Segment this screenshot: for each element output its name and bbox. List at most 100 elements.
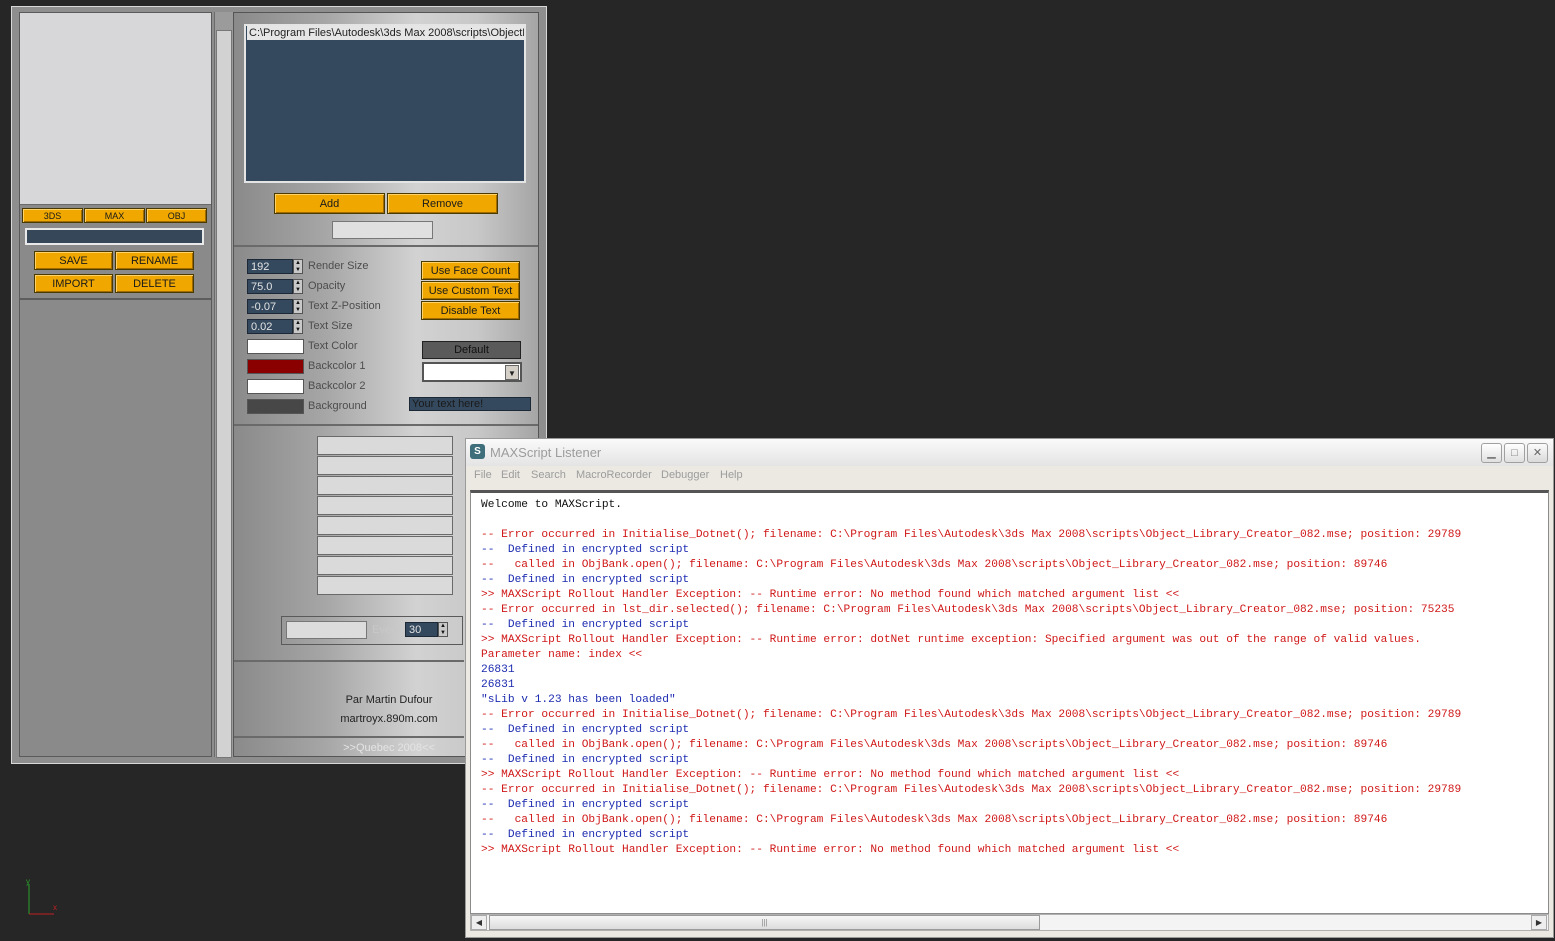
- backcolor-1-swatch[interactable]: [247, 359, 304, 374]
- background-label: Background: [308, 400, 367, 412]
- left-divider: [20, 298, 211, 300]
- opacity-spinner[interactable]: 75.0: [247, 279, 293, 294]
- render-size-label: Render Size: [308, 260, 369, 272]
- log-line: -- Defined in encrypted script: [481, 799, 690, 811]
- list-item[interactable]: [317, 436, 453, 455]
- chevron-down-icon[interactable]: ▼: [505, 365, 519, 380]
- credit-site: martroyx.890m.com: [340, 713, 438, 725]
- format-3ds-button[interactable]: 3DS: [22, 208, 83, 223]
- log-line: >> MAXScript Rollout Handler Exception: …: [481, 589, 1180, 601]
- every-spinner[interactable]: 30: [405, 622, 438, 637]
- close-icon[interactable]: ✕: [1527, 443, 1548, 463]
- spinner-arrows-icon[interactable]: ▲ ▼: [293, 299, 303, 314]
- menu-edit[interactable]: Edit: [501, 469, 520, 481]
- menu-macrorecorder[interactable]: MacroRecorder: [576, 469, 652, 481]
- spinner-arrows-icon[interactable]: ▲ ▼: [293, 279, 303, 294]
- rename-button[interactable]: RENAME: [115, 251, 194, 270]
- backcolor-1-label: Backcolor 1: [308, 360, 366, 372]
- divider: [234, 424, 538, 426]
- default-button[interactable]: Default: [422, 341, 521, 359]
- directory-item[interactable]: C:\Program Files\Autodesk\3ds Max 2008\s…: [247, 26, 524, 40]
- log-line: -- Error occurred in Initialise_Dotnet()…: [481, 529, 1462, 541]
- axis-y-label: y: [26, 877, 30, 886]
- spinner-arrows-icon[interactable]: ▲ ▼: [293, 319, 303, 334]
- maxscript-icon: S: [470, 444, 485, 459]
- axis-x-label: x: [53, 903, 57, 912]
- horizontal-scrollbar-thumb[interactable]: |||: [489, 915, 1040, 930]
- text-size-label: Text Size: [308, 320, 353, 332]
- list-item[interactable]: [317, 516, 453, 535]
- log-line: -- called in ObjBank.open(); filename: C…: [481, 739, 1388, 751]
- menu-help[interactable]: Help: [720, 469, 743, 481]
- log-line: -- Defined in encrypted script: [481, 754, 690, 766]
- directory-list[interactable]: [244, 24, 526, 183]
- log-line: Parameter name: index <<: [481, 649, 643, 661]
- title-bar[interactable]: [466, 439, 1553, 466]
- import-button[interactable]: IMPORT: [34, 274, 113, 293]
- text-color-label: Text Color: [308, 340, 358, 352]
- add-button[interactable]: Add: [274, 193, 385, 214]
- list-item[interactable]: [317, 556, 453, 575]
- object-preview[interactable]: [20, 13, 211, 205]
- background-swatch[interactable]: [247, 399, 304, 414]
- log-line: >> MAXScript Rollout Handler Exception: …: [481, 634, 1421, 646]
- menu-debugger[interactable]: Debugger: [661, 469, 709, 481]
- custom-text-input[interactable]: Your text here!: [409, 397, 531, 411]
- menu-file[interactable]: File: [474, 469, 492, 481]
- text-z-position-label: Text Z-Position: [308, 300, 381, 312]
- list-item[interactable]: [317, 576, 453, 595]
- log-line: 26831: [481, 664, 515, 676]
- disable-text-button[interactable]: Disable Text: [421, 301, 520, 320]
- format-obj-button[interactable]: OBJ: [146, 208, 207, 223]
- maximize-icon[interactable]: □: [1504, 443, 1525, 463]
- list-item[interactable]: [317, 456, 453, 475]
- text-color-swatch[interactable]: [247, 339, 304, 354]
- menu-search[interactable]: Search: [531, 469, 566, 481]
- listener-output[interactable]: Welcome to MAXScript. -- Error occurred i…: [470, 490, 1549, 914]
- log-line: -- called in ObjBank.open(); filename: C…: [481, 559, 1388, 571]
- window-title: MAXScript Listener: [490, 445, 602, 460]
- every-action-field[interactable]: [286, 621, 367, 639]
- log-line: -- Error occurred in Initialise_Dotnet()…: [481, 709, 1462, 721]
- object-name-field[interactable]: [25, 228, 204, 245]
- log-line: -- called in ObjBank.open(); filename: C…: [481, 814, 1388, 826]
- log-line: -- Defined in encrypted script: [481, 574, 690, 586]
- text-z-position-spinner[interactable]: -0.07: [247, 299, 293, 314]
- backcolor-2-swatch[interactable]: [247, 379, 304, 394]
- scroll-left-icon[interactable]: ◀: [471, 915, 487, 930]
- text-size-spinner[interactable]: 0.02: [247, 319, 293, 334]
- divider: [234, 736, 464, 738]
- log-line: Welcome to MAXScript.: [481, 499, 622, 511]
- directory-name-field[interactable]: [332, 221, 433, 239]
- opacity-label: Opacity: [308, 280, 346, 292]
- use-custom-text-button[interactable]: Use Custom Text: [421, 281, 520, 300]
- delete-button[interactable]: DELETE: [115, 274, 194, 293]
- render-size-spinner[interactable]: 192: [247, 259, 293, 274]
- axis-gizmo-icon: y x: [26, 877, 57, 915]
- use-face-count-button[interactable]: Use Face Count: [421, 261, 520, 280]
- spinner-arrows-icon[interactable]: ▲ ▼: [293, 259, 303, 274]
- divider: [234, 660, 464, 662]
- every-label: Every: [372, 624, 401, 636]
- minimize-icon[interactable]: ▁: [1481, 443, 1502, 463]
- list-item[interactable]: [317, 536, 453, 555]
- log-line: -- Defined in encrypted script: [481, 829, 690, 841]
- log-line: 26831: [481, 679, 515, 691]
- log-line: -- Defined in encrypted script: [481, 544, 690, 556]
- log-line: >> MAXScript Rollout Handler Exception: …: [481, 844, 1180, 856]
- scroll-right-icon[interactable]: ▶: [1531, 915, 1547, 930]
- remove-button[interactable]: Remove: [387, 193, 498, 214]
- list-item[interactable]: [317, 496, 453, 515]
- credit-author: Par Martin Dufour: [345, 694, 433, 706]
- log-line: -- Error occurred in Initialise_Dotnet()…: [481, 784, 1462, 796]
- log-line: -- Defined in encrypted script: [481, 724, 690, 736]
- log-line: -- Error occurred in lst_dir.selected();…: [481, 604, 1455, 616]
- log-line: "sLib v 1.23 has been loaded": [481, 694, 676, 706]
- backcolor-2-label: Backcolor 2: [308, 380, 366, 392]
- log-line: -- Defined in encrypted script: [481, 619, 690, 631]
- save-button[interactable]: SAVE: [34, 251, 113, 270]
- panel-scrollbar-thumb[interactable]: [216, 30, 232, 758]
- format-max-button[interactable]: MAX: [84, 208, 145, 223]
- list-item[interactable]: [317, 476, 453, 495]
- spinner-arrows-icon[interactable]: ▲ ▼: [438, 622, 448, 637]
